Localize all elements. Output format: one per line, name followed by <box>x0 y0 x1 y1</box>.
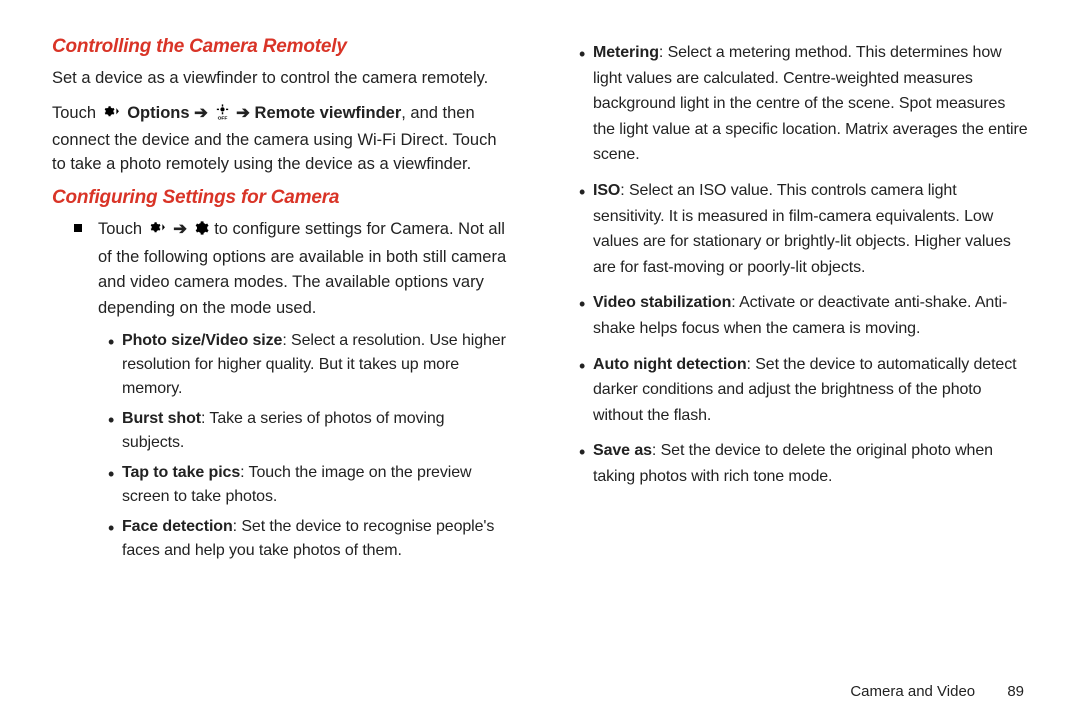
page-footer: Camera and Video 89 <box>850 683 1024 700</box>
list-item: Metering: Select a metering method. This… <box>593 40 1028 168</box>
bullet-title: Tap to take pics <box>122 464 240 481</box>
bullet-desc: : Set the device to delete the original … <box>593 442 993 485</box>
bullet-title: Photo size/Video size <box>122 332 282 349</box>
bullet-title: Face detection <box>122 518 233 535</box>
text-touch2: Touch <box>98 220 147 238</box>
bullet-title: Burst shot <box>122 410 201 427</box>
list-item-config-intro: Touch ➔ to configure settings for Camera… <box>98 217 509 563</box>
arrow-icon: ➔ <box>232 104 255 122</box>
text-touch: Touch <box>52 104 101 122</box>
para-remote-intro: Set a device as a viewfinder to control … <box>52 66 509 91</box>
arrow-icon: ➔ <box>169 220 192 238</box>
footer-section: Camera and Video <box>850 683 975 700</box>
text-options: Options <box>123 104 190 122</box>
list-item: Auto night detection: Set the device to … <box>593 352 1028 429</box>
text-remote-viewfinder: Remote viewfinder <box>255 104 402 122</box>
list-item: Burst shot: Take a series of photos of m… <box>122 407 509 455</box>
gear-chevron-icon <box>102 103 122 128</box>
bullet-title: ISO <box>593 182 620 199</box>
list-item: Video stabilization: Activate or deactiv… <box>593 290 1028 341</box>
bullet-desc: : Select an ISO value. This controls cam… <box>593 182 1011 276</box>
bullet-title: Save as <box>593 442 652 459</box>
list-item: Face detection: Set the device to recogn… <box>122 515 509 563</box>
bullet-title: Video stabilization <box>593 294 731 311</box>
list-item: Tap to take pics: Touch the image on the… <box>122 461 509 509</box>
heading-configuring-settings: Configuring Settings for Camera <box>52 187 509 209</box>
bullet-desc: : Select a metering method. This determi… <box>593 44 1028 163</box>
gear-chevron-icon <box>148 219 168 245</box>
list-item: Save as: Set the device to delete the or… <box>593 438 1028 489</box>
list-item: ISO: Select an ISO value. This controls … <box>593 178 1028 280</box>
bullet-title: Metering <box>593 44 659 61</box>
list-item: Photo size/Video size: Select a resoluti… <box>122 329 509 401</box>
footer-page-number: 89 <box>1007 683 1024 700</box>
gear-icon <box>193 219 209 245</box>
para-remote-touch: Touch Options ➔ ➔ Remote viewfinder, and… <box>52 101 509 177</box>
gps-off-icon <box>214 103 231 128</box>
arrow-icon: ➔ <box>190 104 213 122</box>
bullet-title: Auto night detection <box>593 356 747 373</box>
heading-controlling-remote: Controlling the Camera Remotely <box>52 36 509 58</box>
